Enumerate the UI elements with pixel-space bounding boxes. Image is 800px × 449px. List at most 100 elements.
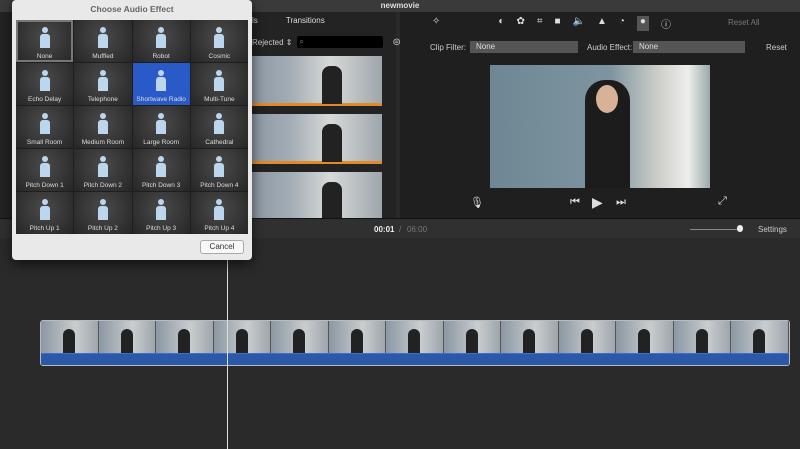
effect-cosmic[interactable]: Cosmic <box>190 20 248 62</box>
crop-icon[interactable]: ⌗ <box>537 16 543 31</box>
effect-pitch-down-1[interactable]: Pitch Down 1 <box>16 149 74 191</box>
effect-pitch-down-3[interactable]: Pitch Down 3 <box>132 149 190 191</box>
adjust-toolbar: ✧ ◐ ✿ ⌗ ■ 🔈 ▲ ◔ ● ⓘ <box>432 16 671 31</box>
effect-cathedral[interactable]: Cathedral <box>190 106 248 148</box>
person-icon <box>97 113 108 135</box>
effect-label: Telephone <box>87 96 118 103</box>
effect-pitch-down-4[interactable]: Pitch Down 4 <box>190 149 248 191</box>
clip-thumbnail[interactable] <box>252 56 382 106</box>
clip-filter-field[interactable]: None <box>470 41 578 53</box>
effect-label: Pitch Down 3 <box>141 182 181 189</box>
search-icon: ⌕ <box>299 37 304 46</box>
effect-pitch-up-4[interactable]: Pitch Up 4 <box>190 192 248 234</box>
effect-label: Pitch Down 2 <box>83 182 123 189</box>
person-icon <box>97 156 108 178</box>
color-balance-icon[interactable]: ◐ <box>498 16 504 31</box>
effect-pitch-up-2[interactable]: Pitch Up 2 <box>74 192 132 234</box>
effect-label: Cathedral <box>205 139 234 146</box>
timeline-clip[interactable] <box>40 320 790 366</box>
clip-thumbnail[interactable] <box>252 172 382 222</box>
person-icon <box>156 156 167 178</box>
filter-bar: Rejected ⇕ ⌕ ⊜ <box>252 36 401 48</box>
tab-transitions[interactable]: Transitions <box>286 16 325 25</box>
current-time: 00:01 <box>374 225 395 234</box>
person-icon <box>39 199 50 221</box>
noise-reduction-icon[interactable]: ▲ <box>597 16 607 31</box>
clip-thumbnails <box>252 56 382 230</box>
skip-back-icon[interactable]: ⏮ <box>570 196 580 209</box>
effect-label: Pitch Up 3 <box>146 225 177 232</box>
microphone-icon[interactable]: 🎙 <box>470 196 484 209</box>
effect-muffled[interactable]: Muffled <box>74 20 132 62</box>
effect-label: Large Room <box>143 139 180 146</box>
reset-all-button[interactable]: Reset All <box>728 18 760 27</box>
effect-label: Robot <box>152 53 170 60</box>
effect-label: Small Room <box>26 139 63 146</box>
effect-pitch-up-3[interactable]: Pitch Up 3 <box>132 192 190 234</box>
person-icon <box>214 27 225 49</box>
person-icon <box>97 70 108 92</box>
play-icon[interactable]: ▶ <box>592 194 603 211</box>
person-icon <box>214 199 225 221</box>
effect-multi-tune[interactable]: Multi-Tune <box>190 63 248 105</box>
person-icon <box>156 113 167 135</box>
stabilization-icon[interactable]: ■ <box>554 16 560 31</box>
video-preview <box>490 65 710 188</box>
person-icon <box>97 27 108 49</box>
clip-filter-label: Clip Filter: <box>430 43 467 52</box>
effect-label: Shortwave Radio <box>136 96 186 103</box>
dialog-title: Choose Audio Effect <box>90 4 174 14</box>
person-icon <box>39 156 50 178</box>
clip-filter-audio-effects-icon[interactable]: ● <box>636 16 649 31</box>
zoom-slider-handle[interactable] <box>737 225 743 232</box>
audio-effect-field[interactable]: None <box>633 41 745 53</box>
magic-wand-icon[interactable]: ✧ <box>432 16 440 31</box>
zoom-slider[interactable] <box>690 229 740 230</box>
effect-label: Pitch Up 2 <box>87 225 118 232</box>
person-icon <box>39 113 50 135</box>
skip-forward-icon[interactable]: ⏭ <box>616 196 626 209</box>
effect-telephone[interactable]: Telephone <box>74 63 132 105</box>
speed-icon[interactable]: ◔ <box>619 16 625 31</box>
person-icon <box>156 70 167 92</box>
effect-label: Medium Room <box>81 139 124 146</box>
effect-large-room[interactable]: Large Room <box>132 106 190 148</box>
effect-label: Pitch Down 4 <box>200 182 239 189</box>
playhead[interactable] <box>227 238 228 449</box>
info-icon[interactable]: ⓘ <box>661 16 671 31</box>
choose-audio-effect-dialog: Choose Audio Effect None Muffled Robot Cosm… <box>12 0 252 260</box>
effect-label: Muffled <box>92 53 114 60</box>
reset-button[interactable]: Reset <box>766 43 787 52</box>
person-icon <box>214 156 225 178</box>
time-separator: / <box>399 225 402 234</box>
effect-label: Cosmic <box>208 53 231 60</box>
effect-robot[interactable]: Robot <box>132 20 190 62</box>
tab-titles[interactable]: ls <box>252 16 258 25</box>
effect-pitch-down-2[interactable]: Pitch Down 2 <box>74 149 132 191</box>
audio-effect-grid: None Muffled Robot Cosmic Echo Delay Telephon… <box>16 20 248 234</box>
effect-label: Pitch Up 1 <box>29 225 60 232</box>
effect-label: None <box>36 53 53 60</box>
search-input[interactable]: ⌕ <box>296 36 383 48</box>
settings-button[interactable]: Settings <box>758 225 787 234</box>
effect-echo-delay[interactable]: Echo Delay <box>16 63 74 105</box>
effect-pitch-up-1[interactable]: Pitch Up 1 <box>16 192 74 234</box>
cancel-button[interactable]: Cancel <box>200 240 244 254</box>
color-correction-icon[interactable]: ✿ <box>516 16 524 31</box>
fullscreen-icon[interactable]: ⤢ <box>718 195 727 208</box>
effect-label: Echo Delay <box>28 96 62 103</box>
effect-none[interactable]: None <box>16 20 74 62</box>
rejected-filter-select[interactable]: Rejected ⇕ <box>252 38 293 47</box>
effect-small-room[interactable]: Small Room <box>16 106 74 148</box>
effect-label: Pitch Up 4 <box>204 225 235 232</box>
effect-shortwave-radio[interactable]: Shortwave Radio <box>132 63 190 105</box>
person-icon <box>156 27 167 49</box>
clip-thumbnail[interactable] <box>252 114 382 164</box>
volume-icon[interactable]: 🔈 <box>573 16 585 31</box>
browser-tabs: ls Transitions <box>252 16 351 25</box>
effect-medium-room[interactable]: Medium Room <box>74 106 132 148</box>
person-icon <box>97 199 108 221</box>
person-icon <box>39 27 50 49</box>
audio-waveform <box>41 353 789 365</box>
person-icon <box>39 70 50 92</box>
